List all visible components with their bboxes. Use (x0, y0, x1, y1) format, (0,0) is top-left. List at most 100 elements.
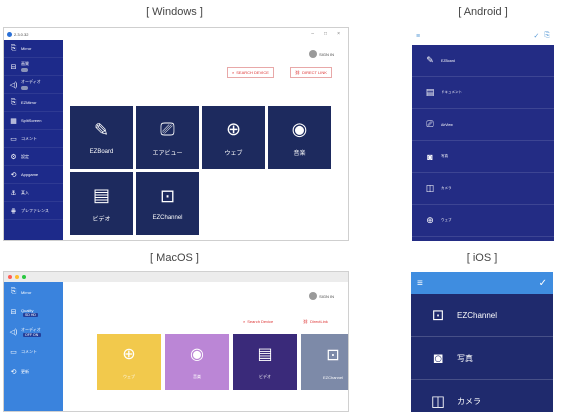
sidebar-item-text: オーディオ (21, 79, 41, 90)
app-logo-icon (7, 31, 12, 37)
sidebar-item[interactable]: ◁) オーディオ (4, 76, 63, 94)
minimize-dot-icon[interactable] (15, 275, 19, 279)
windows-app-window: 2.3.0.32 – □ × ⎘ Mirror ⊟ 画質 ◁) オーディオ ⎘ EZMirro… (3, 27, 349, 241)
web-icon: ⊕ (426, 215, 434, 225)
maximize-button[interactable]: □ (324, 31, 327, 37)
app-tile[interactable]: ⊕ ウェブ (97, 334, 161, 390)
sidebar-item-text: 更新 (21, 369, 29, 375)
app-tile[interactable]: ⎚ エアビュー (136, 106, 199, 169)
sidebar-item-label: プレファレンス (21, 207, 49, 213)
sidebar-item[interactable]: ⎘ Mirror (4, 282, 63, 302)
sidebar-item[interactable]: ⊟ 画質 (4, 58, 63, 76)
link-icon: ⛓ (303, 319, 309, 324)
document-icon: ▤ (425, 87, 435, 97)
search-device-label: SEARCH DEVICE (236, 70, 269, 75)
menu-item[interactable]: ◙ 写真 (411, 337, 553, 380)
signin-button[interactable]: SIGN IN (309, 292, 334, 300)
caption-ios: [ iOS ] (466, 252, 498, 264)
menu-item[interactable]: ✎ EZBoard (412, 45, 554, 77)
windows-titlebar: 2.3.0.32 – □ × (4, 28, 348, 40)
update-icon: ⟲ (10, 369, 17, 376)
sidebar-item-label: オーディオ (21, 79, 41, 84)
sidebar-item-label: Quality (21, 307, 34, 313)
minimize-button[interactable]: – (311, 31, 314, 37)
direct-link-button[interactable]: ⛓ DIRECT LINK (290, 67, 332, 78)
ezchannel-icon: ⊡ (159, 186, 176, 206)
app-tile[interactable]: ◉ 音楽 (165, 334, 229, 390)
menu-item[interactable]: ◫ カメラ (412, 173, 554, 205)
mirror-icon[interactable]: ⎘ (544, 32, 550, 40)
check-icon[interactable]: ✓ (539, 278, 547, 289)
menu-item[interactable]: ◫ カメラ (411, 380, 553, 412)
sidebar-item[interactable]: ⚙ 設定 (4, 148, 63, 166)
video-icon: ▤ (257, 346, 273, 363)
signin-button[interactable]: SIGN IN (309, 50, 334, 58)
direct-link-button[interactable]: ⛓ DirectLink (299, 316, 332, 327)
sidebar-item-text: EZMirror (21, 100, 37, 105)
ezboard-icon: ✎ (93, 120, 110, 140)
app-tile-label: ウェブ (123, 374, 135, 379)
sidebar-item[interactable]: ⟲ 更新 (4, 362, 63, 382)
sidebar-item-label: 某入 (21, 189, 29, 195)
sidebar-item-label: Mirror (21, 46, 32, 51)
menu-item[interactable]: ▤ ドキュメント (412, 77, 554, 109)
sidebar-item-text: Quality SD HD (21, 308, 38, 317)
app-tile[interactable]: ⊡ EZChannel (136, 172, 199, 235)
sidebar-item[interactable]: ⟲ Appgame (4, 166, 63, 184)
toggle-switch[interactable]: SD HD (23, 312, 38, 317)
app-tile[interactable]: ▤ ビデオ (70, 172, 133, 235)
splitscreen-icon: ▦ (10, 117, 17, 125)
app-tile[interactable]: ✎ EZBoard (70, 106, 133, 169)
menu-item[interactable]: ◙ 写真 (412, 141, 554, 173)
sidebar-item-label: EZMirror (21, 100, 37, 105)
admin-icon: ⚓ (10, 189, 17, 197)
app-tile-label: ビデオ (259, 374, 271, 379)
window-controls: – □ × (311, 31, 348, 37)
app-tile-label: 音楽 (293, 150, 306, 157)
quality-icon: ⊟ (10, 309, 17, 316)
app-tile[interactable]: ◉ 音楽 (268, 106, 331, 169)
ezmirror-icon: ⎘ (10, 98, 17, 106)
music-icon: ◉ (291, 118, 308, 139)
toggle-switch[interactable] (21, 68, 28, 72)
preference-icon: ⋕ (10, 207, 17, 215)
search-device-button[interactable]: ⌕ SEARCH DEVICE (227, 67, 274, 78)
macos-sidebar: ⎘ Mirror ⊟ Quality SD HD ◁) オーディオ OFF ON ▭ コメント ⟲ 更… (4, 282, 63, 411)
sidebar-item[interactable]: ⚓ 某入 (4, 184, 63, 202)
sidebar-item-text: Mirror (21, 46, 31, 51)
search-device-button[interactable]: ⌕ Search Device (239, 316, 277, 327)
sidebar-item[interactable]: ⊟ Quality SD HD (4, 302, 63, 322)
direct-link-label: DirectLink (310, 319, 328, 324)
zoom-dot-icon[interactable] (22, 275, 26, 279)
sidebar-item[interactable]: ⎘ EZMirror (4, 94, 63, 112)
android-topbar: ≡ ✓ ⎘ (412, 27, 554, 45)
menu-item[interactable]: ⎚ AirView (412, 109, 554, 141)
sidebar-item[interactable]: ▦ SplitScreen (4, 112, 63, 130)
sidebar-item[interactable]: ⎘ Mirror (4, 40, 63, 58)
menu-item[interactable]: ⊕ ウェブ (412, 205, 554, 237)
app-tile[interactable]: ⊡ EZChannel (301, 334, 348, 390)
sidebar-item[interactable]: ◁) オーディオ OFF ON (4, 322, 63, 342)
close-dot-icon[interactable] (8, 275, 12, 279)
menu-item-label: AirView (441, 122, 453, 127)
sidebar-item[interactable]: ⋕ プレファレンス (4, 202, 63, 220)
close-button[interactable]: × (337, 31, 340, 37)
app-tile-label: ビデオ (92, 216, 111, 223)
app-tile[interactable]: ▤ ビデオ (233, 334, 297, 390)
sidebar-item-text: Mirror (21, 290, 31, 295)
menu-icon[interactable]: ≡ (417, 278, 423, 289)
sidebar-item[interactable]: ▭ コメント (4, 130, 63, 148)
app-tile[interactable]: ⊕ ウェブ (202, 106, 265, 169)
menu-item[interactable]: ⊡ EZChannel (411, 294, 553, 337)
link-icon: ⛓ (295, 70, 301, 75)
sidebar-item-text: オーディオ OFF ON (21, 327, 41, 337)
check-icon[interactable]: ✓ (534, 32, 540, 40)
toggle-switch[interactable]: OFF ON (23, 333, 41, 337)
menu-icon[interactable]: ≡ (416, 33, 420, 40)
audio-icon: ◁) (9, 81, 18, 89)
app-tile-label: EZChannel (152, 215, 183, 221)
toggle-switch[interactable] (21, 86, 28, 90)
sidebar-item-label: SplitScreen (21, 118, 42, 123)
windows-main: SIGN IN ⌕ SEARCH DEVICE ⛓ DIRECT LINK ✎ E… (63, 40, 348, 240)
sidebar-item[interactable]: ▭ コメント (4, 342, 63, 362)
